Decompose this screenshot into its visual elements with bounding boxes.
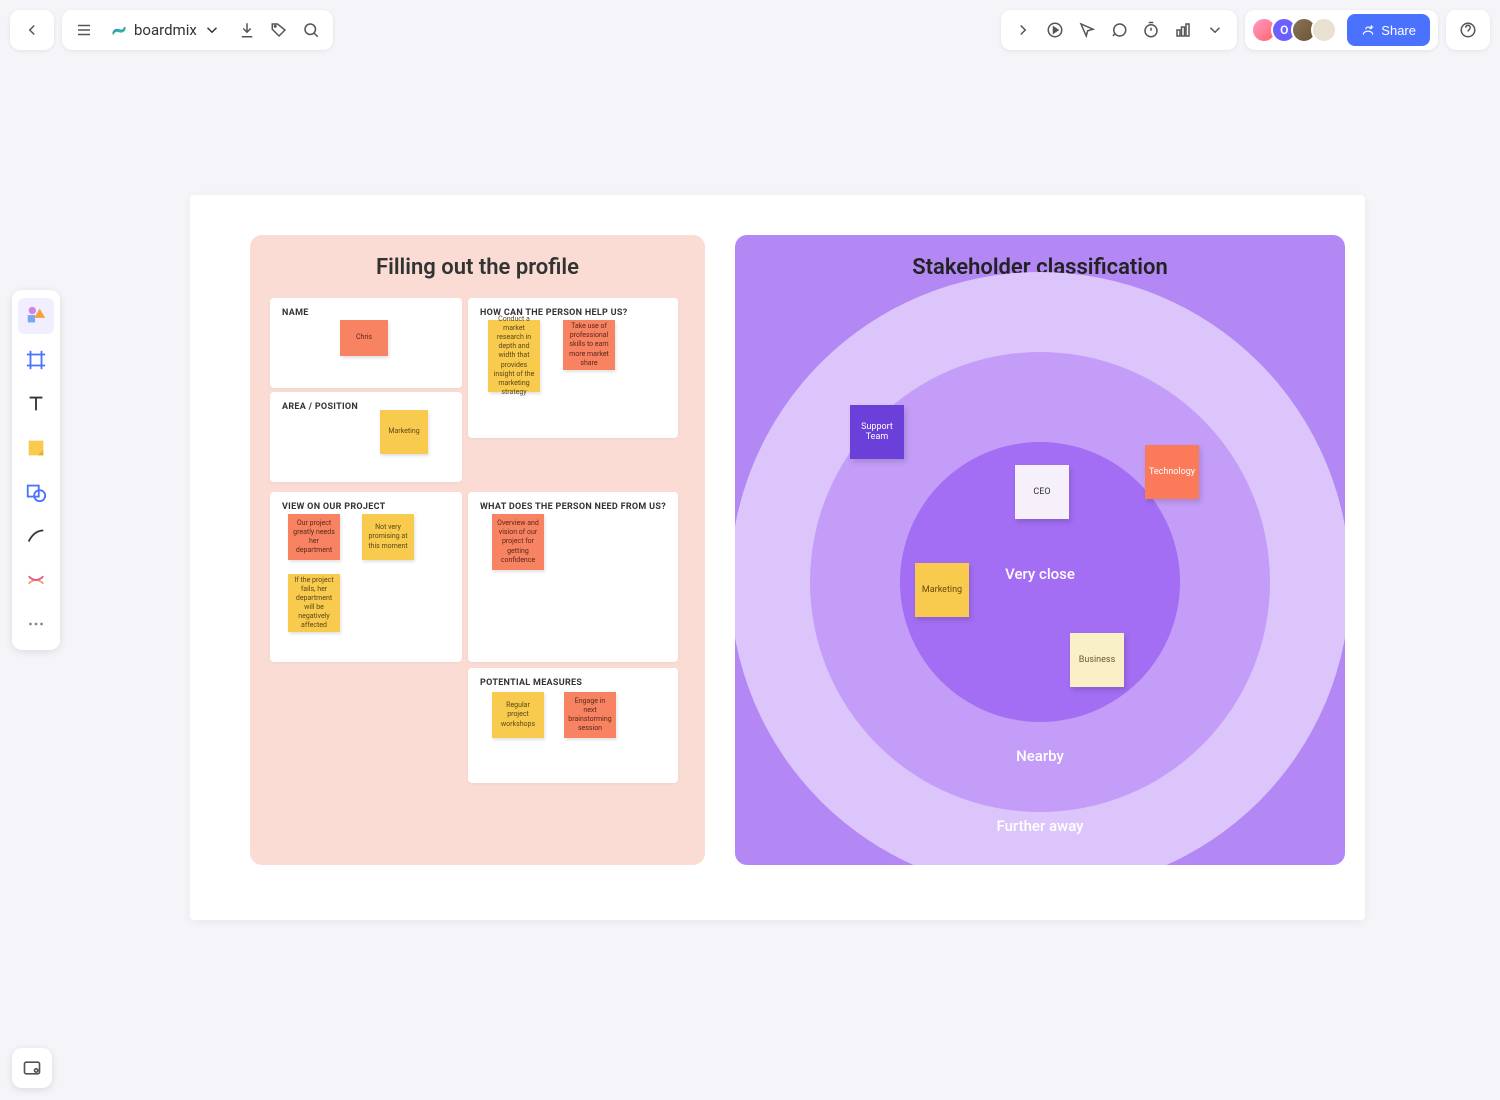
box-need[interactable]: WHAT DOES THE PERSON NEED FROM US? Overv… <box>468 492 678 662</box>
label-view: VIEW ON OUR PROJECT <box>282 502 450 512</box>
comment-button[interactable] <box>1103 14 1135 46</box>
sticky-tool[interactable] <box>18 430 54 466</box>
shape-tool[interactable] <box>18 474 54 510</box>
share-button[interactable]: Share <box>1347 14 1430 46</box>
search-button[interactable] <box>295 14 327 46</box>
share-label: Share <box>1381 23 1416 38</box>
menu-button[interactable] <box>68 14 100 46</box>
note-name[interactable]: Chris <box>340 320 388 356</box>
note-area[interactable]: Marketing <box>380 410 428 454</box>
line-tool[interactable] <box>18 518 54 554</box>
more-tools[interactable] <box>18 606 54 642</box>
canvas[interactable]: Filling out the profile NAME Chris AREA … <box>190 195 1365 920</box>
timer-button[interactable] <box>1135 14 1167 46</box>
play-button[interactable] <box>1039 14 1071 46</box>
expand-button[interactable] <box>1007 14 1039 46</box>
profile-panel[interactable]: Filling out the profile NAME Chris AREA … <box>250 235 705 865</box>
sticky-business[interactable]: Business <box>1070 633 1124 687</box>
sticky-ceo[interactable]: CEO <box>1015 465 1069 519</box>
shapes-tool[interactable] <box>18 298 54 334</box>
note-need-1[interactable]: Overview and vision of our project for g… <box>492 514 544 570</box>
note-help-2[interactable]: Take use of professional skills to earn … <box>563 320 615 370</box>
download-button[interactable] <box>231 14 263 46</box>
label-measures: POTENTIAL MEASURES <box>480 678 666 688</box>
note-measures-1[interactable]: Regular project workshops <box>492 692 544 738</box>
box-help[interactable]: HOW CAN THE PERSON HELP US? Conduct a ma… <box>468 298 678 438</box>
connector-tool[interactable] <box>18 562 54 598</box>
avatar[interactable] <box>1311 17 1337 43</box>
label-inner: Very close <box>1005 565 1075 583</box>
sticky-marketing[interactable]: Marketing <box>915 563 969 617</box>
box-measures[interactable]: POTENTIAL MEASURES Regular project works… <box>468 668 678 783</box>
collaborator-avatars[interactable]: O <box>1257 17 1337 43</box>
help-button[interactable] <box>1452 14 1484 46</box>
label-mid: Nearby <box>1016 747 1064 765</box>
box-name[interactable]: NAME Chris <box>270 298 462 388</box>
stakeholder-panel[interactable]: Stakeholder classification Very close Ne… <box>735 235 1345 865</box>
label-outer: Further away <box>996 817 1083 835</box>
sticky-tech[interactable]: Technology <box>1145 445 1199 499</box>
label-need: WHAT DOES THE PERSON NEED FROM US? <box>480 502 666 512</box>
app-name: boardmix <box>134 21 197 39</box>
text-tool[interactable] <box>18 386 54 422</box>
profile-title: Filling out the profile <box>270 255 685 280</box>
note-view-2[interactable]: Not very promising at this moment <box>362 514 414 560</box>
more-tools-button[interactable] <box>1199 14 1231 46</box>
note-measures-2[interactable]: Engage in next brainstorming session <box>564 692 616 738</box>
label-name: NAME <box>282 308 450 318</box>
minimap-button[interactable] <box>12 1048 52 1088</box>
box-view[interactable]: VIEW ON OUR PROJECT Our project greatly … <box>270 492 462 662</box>
tag-button[interactable] <box>263 14 295 46</box>
app-brand[interactable]: boardmix <box>100 21 231 39</box>
cursor-button[interactable] <box>1071 14 1103 46</box>
note-view-3[interactable]: If the project fails, her department wil… <box>288 574 340 632</box>
back-button[interactable] <box>16 14 48 46</box>
box-area[interactable]: AREA / POSITION Marketing <box>270 392 462 482</box>
sticky-support[interactable]: Support Team <box>850 405 904 459</box>
note-view-1[interactable]: Our project greatly needs her department <box>288 514 340 560</box>
chart-button[interactable] <box>1167 14 1199 46</box>
frame-tool[interactable] <box>18 342 54 378</box>
note-help-1[interactable]: Conduct a market research in depth and w… <box>488 320 540 392</box>
